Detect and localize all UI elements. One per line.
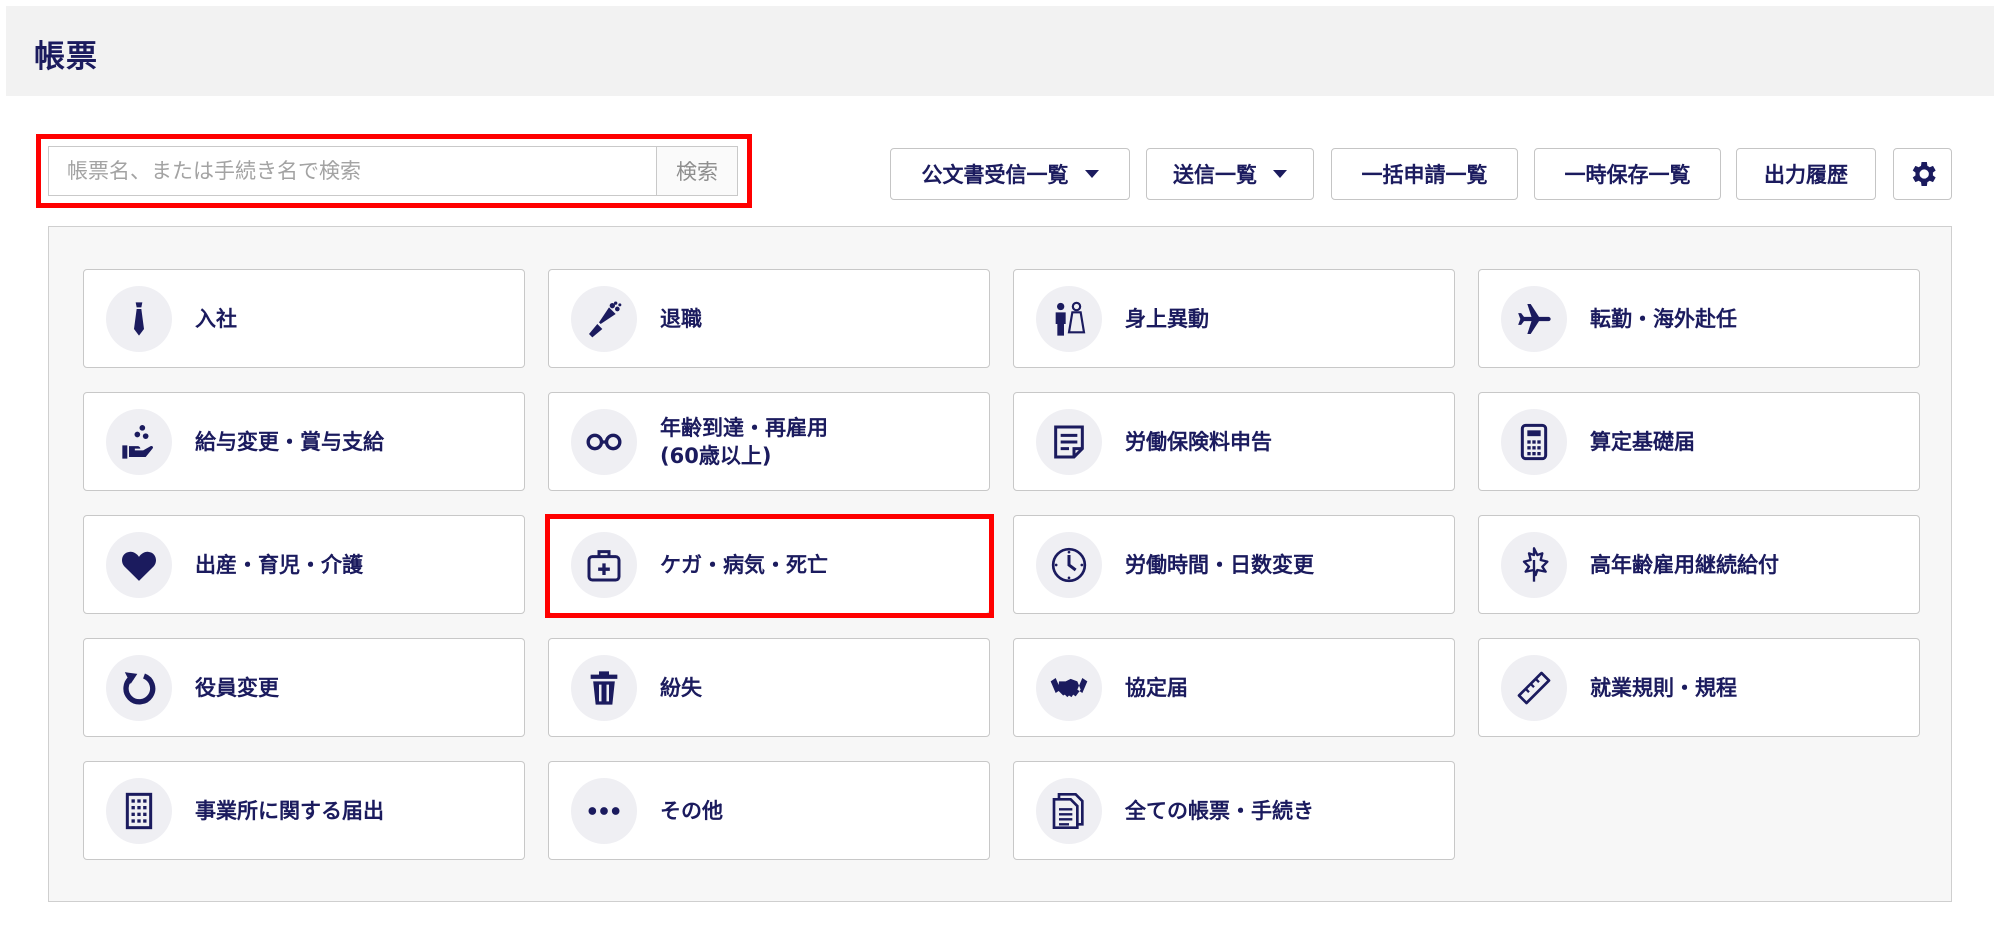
calculator-icon [1501, 408, 1567, 475]
category-label: 就業規則・規程 [1590, 675, 1737, 700]
bouquet-icon [571, 285, 637, 352]
category-label: 高年齢雇用継続給付 [1590, 552, 1779, 577]
category-card-agreement[interactable]: 協定届 [1013, 638, 1455, 737]
category-card-join[interactable]: 入社 [83, 269, 525, 368]
category-label: 入社 [195, 306, 237, 331]
category-label: 給与変更・賞与支給 [195, 429, 384, 454]
category-label: 出産・育児・介護 [195, 552, 363, 577]
official-docs-label: 公文書受信一覧 [921, 163, 1069, 187]
output-history-button[interactable]: 出力履歴 [1736, 148, 1876, 200]
official-docs-dropdown-button[interactable]: 公文書受信一覧 [890, 148, 1130, 200]
category-card-office-notice[interactable]: 事業所に関する届出 [83, 761, 525, 860]
category-label: 労働時間・日数変更 [1125, 552, 1314, 577]
category-card-transfer[interactable]: 転勤・海外赴任 [1478, 269, 1920, 368]
category-card-calculation[interactable]: 算定基礎届 [1478, 392, 1920, 491]
category-label: 協定届 [1125, 675, 1188, 700]
category-card-retirement[interactable]: 退職 [548, 269, 990, 368]
document-icon [1036, 408, 1102, 475]
category-card-officer-change[interactable]: 役員変更 [83, 638, 525, 737]
coins-hand-icon [106, 408, 172, 475]
clock-icon [1036, 531, 1102, 598]
category-label: 労働保険料申告 [1125, 429, 1272, 454]
caret-down-icon [1273, 170, 1287, 178]
category-card-lost[interactable]: 紛失 [548, 638, 990, 737]
category-card-work-rules[interactable]: 就業規則・規程 [1478, 638, 1920, 737]
category-label: 転勤・海外赴任 [1590, 306, 1737, 331]
category-label: 事業所に関する届出 [195, 798, 384, 823]
toolbar: 公文書受信一覧 送信一覧 一括申請一覧 一時保存一覧 出力履歴 [0, 148, 2000, 200]
couple-icon [1036, 285, 1102, 352]
injury-card-highlight-frame [545, 514, 994, 618]
category-label: 全ての帳票・手続き [1125, 798, 1314, 823]
necktie-icon [106, 285, 172, 352]
temp-save-label: 一時保存一覧 [1564, 163, 1691, 187]
page-title: 帳票 [34, 39, 98, 75]
category-label: 退職 [660, 306, 702, 331]
documents-icon [1036, 777, 1102, 844]
caret-down-icon [1084, 170, 1099, 178]
trash-icon [571, 654, 637, 721]
maple-leaf-icon [1501, 531, 1567, 598]
category-card-salary[interactable]: 給与変更・賞与支給 [83, 392, 525, 491]
category-card-labor-insurance[interactable]: 労働保険料申告 [1013, 392, 1455, 491]
handshake-icon [1036, 654, 1102, 721]
category-label: その他 [660, 798, 723, 823]
category-label: 算定基礎届 [1590, 429, 1695, 454]
category-card-elderly-benefit[interactable]: 高年齢雇用継続給付 [1478, 515, 1920, 614]
building-icon [106, 777, 172, 844]
category-card-personal-change[interactable]: 身上異動 [1013, 269, 1455, 368]
category-label: 身上異動 [1125, 306, 1209, 331]
batch-list-button[interactable]: 一括申請一覧 [1331, 148, 1518, 200]
sent-list-dropdown-button[interactable]: 送信一覧 [1146, 148, 1314, 200]
heart-icon [106, 531, 172, 598]
category-card-all-forms[interactable]: 全ての帳票・手続き [1013, 761, 1455, 860]
refresh-icon [106, 654, 172, 721]
category-label: 紛失 [660, 675, 702, 700]
ruler-icon [1501, 654, 1567, 721]
category-card-other[interactable]: その他 [548, 761, 990, 860]
category-panel: 入社 退職 身上異動 転勤・海外赴任 給与変更・賞与支給 年齢到達・再雇用 (6… [48, 226, 1952, 902]
gear-icon [1912, 162, 1936, 186]
category-card-childcare[interactable]: 出産・育児・介護 [83, 515, 525, 614]
batch-list-label: 一括申請一覧 [1361, 163, 1488, 187]
category-label: 年齢到達・再雇用 (60歳以上) [660, 415, 828, 468]
category-card-age-reemploy[interactable]: 年齢到達・再雇用 (60歳以上) [548, 392, 990, 491]
output-history-label: 出力履歴 [1764, 163, 1848, 187]
glasses-icon [571, 408, 637, 475]
airplane-icon [1501, 285, 1567, 352]
category-label: 役員変更 [195, 675, 279, 700]
temp-save-list-button[interactable]: 一時保存一覧 [1534, 148, 1721, 200]
settings-button[interactable] [1893, 148, 1952, 200]
sent-list-label: 送信一覧 [1173, 163, 1257, 187]
more-dots-icon [571, 777, 637, 844]
category-card-working-hours[interactable]: 労働時間・日数変更 [1013, 515, 1455, 614]
page-header: 帳票 [6, 6, 1994, 96]
